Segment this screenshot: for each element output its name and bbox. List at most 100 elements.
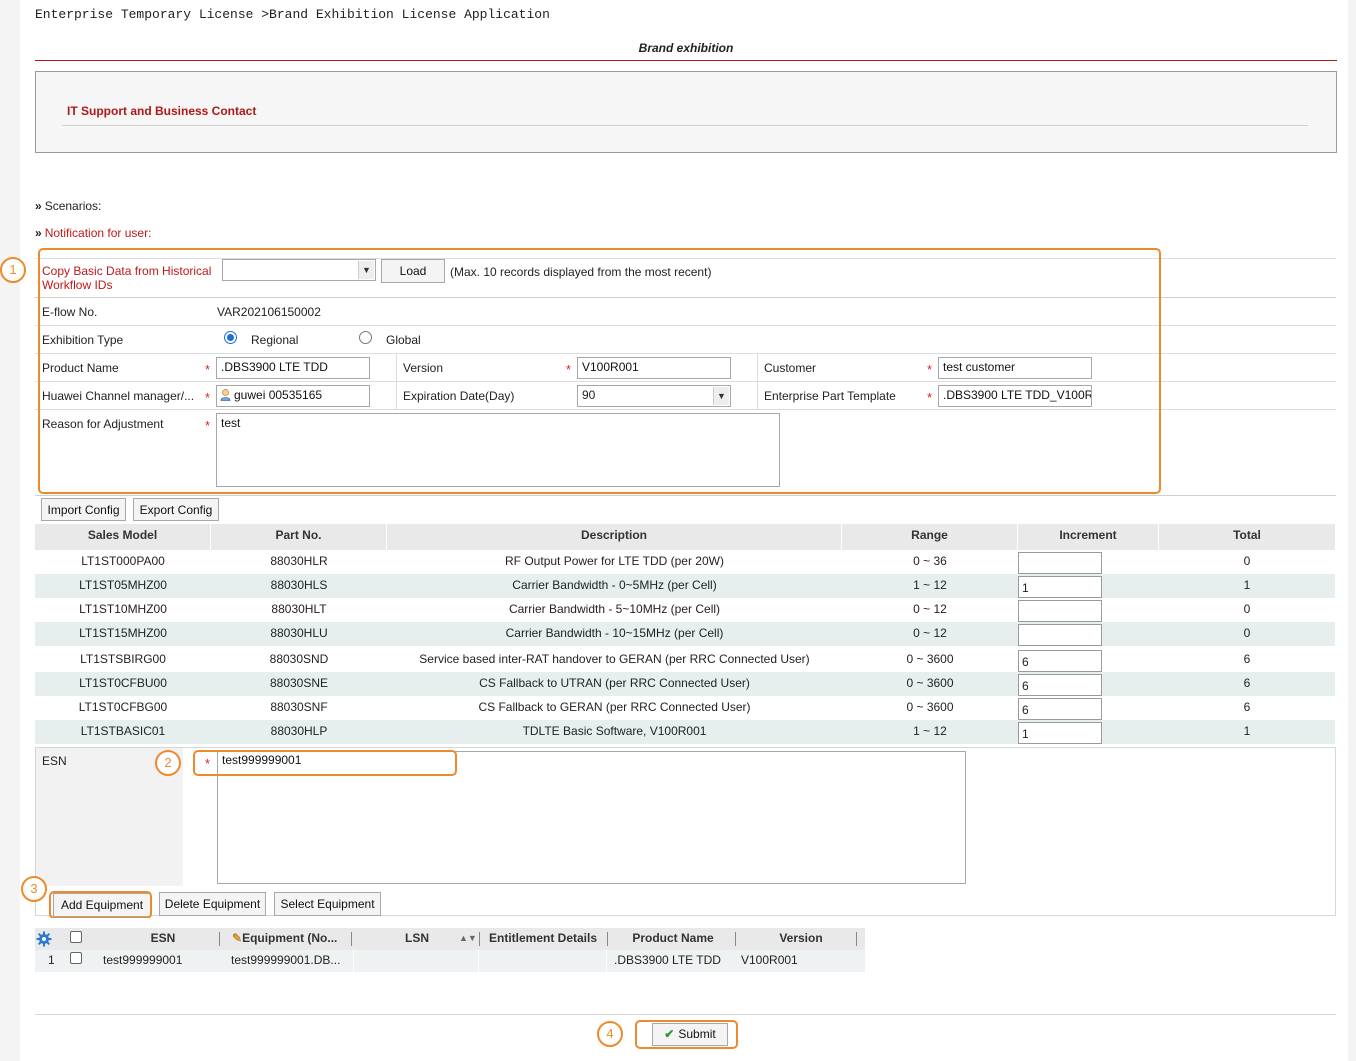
cell-sales-model: LT1ST0CFBG00 [78, 700, 168, 714]
increment-input[interactable] [1018, 624, 1102, 646]
page-title: Brand exhibition [638, 41, 734, 55]
select-all-checkbox[interactable] [70, 931, 82, 943]
cell-sales-model: LT1ST10MHZ00 [79, 602, 167, 616]
table-row: LT1ST05MHZ00 88030HLS Carrier Bandwidth … [35, 574, 1335, 598]
breadcrumb: Enterprise Temporary License >Brand Exhi… [35, 7, 550, 22]
column-resize-handle[interactable] [607, 932, 608, 946]
cell-description: Service based inter-RAT handover to GERA… [419, 652, 810, 666]
increment-input[interactable]: 6 [1018, 650, 1102, 672]
cell-range: 0 ~ 3600 [906, 652, 954, 666]
notice-panel [30, 193, 1314, 247]
increment-input[interactable] [1018, 600, 1102, 622]
cell-part-no: 88030HLU [270, 626, 328, 640]
col-range[interactable]: Range [842, 524, 1018, 550]
cell-range: 1 ~ 12 [913, 724, 947, 738]
select-equipment-button[interactable]: Select Equipment [274, 892, 381, 916]
cell-range: 1 ~ 12 [913, 578, 947, 592]
column-resize-handle[interactable] [735, 932, 736, 946]
step-badge-2: 2 [155, 750, 181, 776]
cell-description: TDLTE Basic Software, V100R001 [522, 724, 707, 738]
gear-icon[interactable] [36, 931, 52, 947]
highlight-box-1 [38, 248, 1161, 494]
table-row[interactable]: 1 test999999001 test999999001.DB... .DBS… [35, 950, 865, 972]
cell-sales-model: LT1ST0CFBU00 [79, 676, 167, 690]
column-resize-handle[interactable] [351, 932, 352, 946]
col-sales-model[interactable]: Sales Model [35, 524, 211, 550]
cell-sales-model: LT1STBASIC01 [80, 724, 166, 738]
column-resize-handle[interactable] [479, 932, 480, 946]
table-row: LT1ST000PA00 88030HLR RF Output Power fo… [35, 550, 1335, 574]
cell-range: 0 ~ 12 [913, 602, 947, 616]
config-table-header: Sales Model Part No. Description Range I… [35, 524, 1335, 550]
cell-total: 6 [1243, 700, 1251, 714]
scenarios-notice[interactable]: » Scenarios: [35, 199, 101, 213]
highlight-box-4 [635, 1020, 738, 1049]
cell-description: RF Output Power for LTE TDD (per 20W) [505, 554, 724, 568]
grid-cell-entitlement [481, 950, 607, 972]
column-resize-handle[interactable] [219, 932, 220, 946]
cell-part-no: 88030SND [269, 652, 329, 666]
table-row: LT1ST10MHZ00 88030HLT Carrier Bandwidth … [35, 598, 1335, 622]
col-total[interactable]: Total [1159, 524, 1335, 550]
cell-part-no: 88030HLT [271, 602, 327, 616]
cell-range: 0 ~ 36 [913, 554, 947, 568]
cell-part-no: 88030HLR [270, 554, 328, 568]
cell-part-no: 88030HLP [270, 724, 328, 738]
increment-input[interactable] [1018, 552, 1102, 574]
grid-col-equipment[interactable]: ✎Equipment (No... [232, 928, 350, 950]
increment-input[interactable]: 1 [1018, 722, 1102, 744]
esn-label: ESN [42, 754, 67, 768]
col-increment[interactable]: Increment [1018, 524, 1159, 550]
increment-input[interactable]: 6 [1018, 674, 1102, 696]
pencil-icon: ✎ [232, 931, 243, 945]
cell-part-no: 88030SNE [269, 676, 329, 690]
cell-total: 1 [1243, 724, 1251, 738]
table-row: LT1ST0CFBU00 88030SNE CS Fallback to UTR… [35, 672, 1335, 696]
delete-equipment-button[interactable]: Delete Equipment [159, 892, 266, 916]
cell-total: 0 [1243, 602, 1251, 616]
title-divider [35, 60, 1337, 61]
table-row: LT1ST15MHZ00 88030HLU Carrier Bandwidth … [35, 622, 1335, 646]
grid-cell-lsn [353, 950, 479, 972]
table-row: LT1STSBIRG00 88030SND Service based inte… [35, 648, 1335, 672]
cell-description: CS Fallback to UTRAN (per RRC Connected … [479, 676, 750, 690]
page-left-gutter [0, 648, 16, 1061]
grid-col-version[interactable]: Version [739, 928, 863, 950]
grid-cell-esn: test999999001 [103, 953, 183, 967]
step-badge-1: 1 [0, 257, 26, 283]
highlight-box-2 [193, 750, 457, 776]
cell-range: 0 ~ 3600 [906, 700, 954, 714]
cell-part-no: 88030SNF [270, 700, 328, 714]
cell-sales-model: LT1ST15MHZ00 [79, 626, 167, 640]
export-config-button[interactable]: Export Config [133, 498, 219, 521]
row-index: 1 [48, 953, 55, 967]
increment-input[interactable]: 1 [1018, 576, 1102, 598]
import-config-button[interactable]: Import Config [41, 498, 126, 521]
increment-input[interactable]: 6 [1018, 698, 1102, 720]
cell-total: 0 [1243, 626, 1251, 640]
notification-notice[interactable]: » Notification for user: [35, 226, 151, 240]
grid-col-entitlement[interactable]: Entitlement Details [489, 928, 601, 950]
cell-part-no: 88030HLS [270, 578, 328, 592]
cell-description: CS Fallback to GERAN (per RRC Connected … [478, 700, 751, 714]
equipment-grid-header: ESN ✎Equipment (No... LSN ▲▼ Entitlement… [35, 928, 865, 950]
cell-sales-model: LT1ST05MHZ00 [79, 578, 167, 592]
grid-col-product-name[interactable]: Product Name [611, 928, 735, 950]
cell-total: 0 [1243, 554, 1251, 568]
sort-icon[interactable]: ▲▼ [459, 928, 477, 950]
col-part-no[interactable]: Part No. [211, 524, 387, 550]
col-description[interactable]: Description [387, 524, 842, 550]
contact-section-title[interactable]: IT Support and Business Contact [67, 104, 256, 118]
step-badge-3: 3 [21, 876, 47, 902]
cell-total: 6 [1243, 676, 1251, 690]
cell-total: 1 [1243, 578, 1251, 592]
row-checkbox[interactable] [70, 952, 82, 964]
column-resize-handle[interactable] [856, 932, 857, 946]
grid-cell-equipment: test999999001.DB... [231, 953, 341, 967]
cell-sales-model: LT1STSBIRG00 [80, 652, 166, 666]
contact-divider [62, 125, 1308, 126]
grid-cell-product-name: .DBS3900 LTE TDD [614, 953, 721, 967]
highlight-box-3 [49, 891, 152, 919]
grid-col-esn[interactable]: ESN [98, 928, 228, 950]
cell-description: Carrier Bandwidth - 5~10MHz (per Cell) [508, 602, 721, 616]
